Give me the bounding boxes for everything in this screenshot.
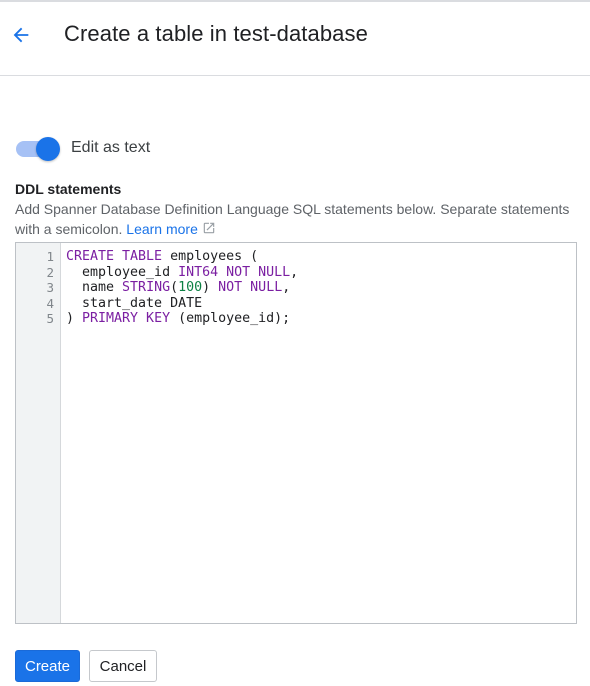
code-line: employee_id INT64 NOT NULL, <box>66 265 576 281</box>
line-number: 2 <box>46 264 54 280</box>
sql-number: 100 <box>178 280 203 295</box>
sql-text: , <box>282 280 291 295</box>
sql-keyword: NOT NULL <box>218 280 283 295</box>
code-area[interactable]: CREATE TABLE employees ( employee_id INT… <box>61 243 576 623</box>
sql-text: employee_id <box>66 264 179 280</box>
code-line: start_date DATE <box>66 296 576 312</box>
cancel-button[interactable]: Cancel <box>89 650 157 682</box>
ddl-description: Add Spanner Database Definition Language… <box>15 199 580 239</box>
toggle-thumb <box>36 137 60 161</box>
line-number: 3 <box>46 280 54 295</box>
ddl-description-text: Add Spanner Database Definition Language… <box>15 201 570 237</box>
ddl-editor[interactable]: 12345 CREATE TABLE employees ( employee_… <box>15 242 577 624</box>
sql-text: ) <box>202 280 219 295</box>
sql-text: ( <box>170 280 179 295</box>
code-line: CREATE TABLE employees ( <box>66 249 576 265</box>
ddl-heading: DDL statements <box>15 181 122 197</box>
external-link-icon[interactable] <box>202 221 216 235</box>
back-button[interactable] <box>6 20 36 50</box>
sql-text: , <box>290 264 299 280</box>
arrow-left-icon <box>13 27 29 43</box>
edit-as-text-label: Edit as text <box>71 139 151 156</box>
page-title: Create a table in test-database <box>64 21 368 46</box>
sql-keyword: INT64 NOT NULL <box>178 264 291 280</box>
form-actions: Create Cancel <box>15 650 157 682</box>
code-line: ) PRIMARY KEY (employee_id); <box>66 311 576 327</box>
line-number-gutter: 12345 <box>16 243 61 623</box>
sql-text: (employee_id); <box>170 311 291 326</box>
sql-text: name <box>66 280 123 295</box>
sql-keyword: PRIMARY KEY <box>82 311 171 326</box>
sql-text: employees ( <box>162 249 259 264</box>
sql-text: ) <box>66 311 83 326</box>
page-header: Create a table in test-database <box>0 2 590 76</box>
sql-keyword: STRING <box>122 280 171 295</box>
sql-keyword: CREATE TABLE <box>66 249 163 264</box>
line-number: 5 <box>46 311 54 326</box>
sql-text: start_date DATE <box>66 295 203 311</box>
line-number: 1 <box>46 249 54 264</box>
edit-as-text-row: Edit as text <box>15 134 150 162</box>
create-button[interactable]: Create <box>15 650 80 682</box>
line-number: 4 <box>46 295 54 311</box>
edit-as-text-toggle[interactable] <box>15 135 61 161</box>
learn-more-label: Learn more <box>126 221 198 237</box>
learn-more-link[interactable]: Learn more <box>126 221 198 237</box>
code-line: name STRING(100) NOT NULL, <box>66 280 576 296</box>
